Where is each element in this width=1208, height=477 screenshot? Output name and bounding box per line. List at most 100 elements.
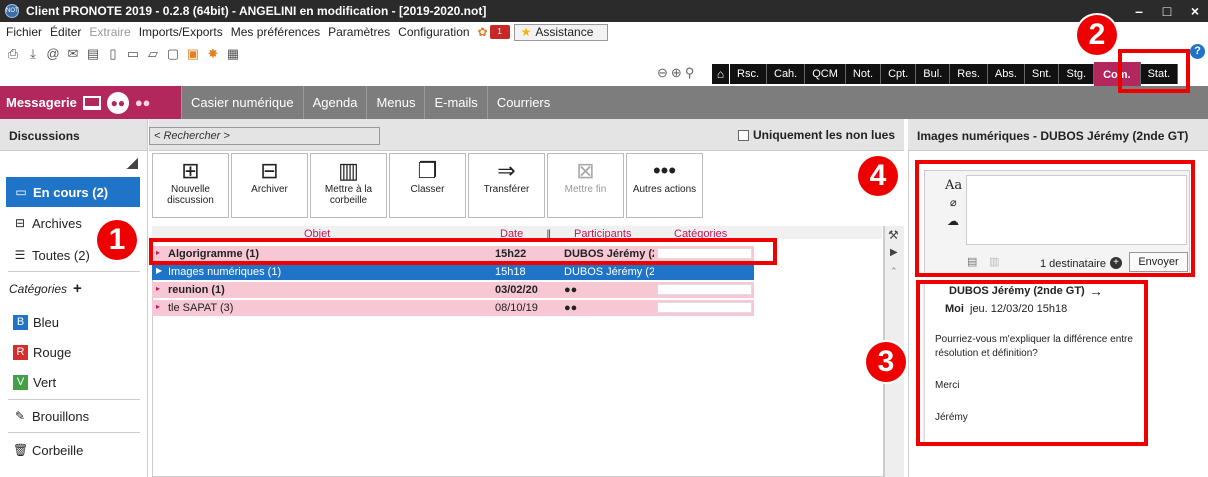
row-subject: reunion (1) (168, 284, 225, 296)
tab-qcm[interactable]: QCM (805, 64, 846, 84)
search-icon[interactable]: ⚲ (685, 65, 695, 81)
tab-rsc[interactable]: Rsc. (730, 64, 767, 84)
more-actions-button[interactable]: ••• Autres actions (626, 153, 703, 218)
forward-icon[interactable]: ⊕ (671, 65, 682, 81)
menu-editer[interactable]: Éditer (50, 25, 81, 39)
end-discussion-button[interactable]: ⊠ Mettre fin (547, 153, 624, 218)
minimize-button[interactable]: – (1126, 2, 1152, 20)
back-icon[interactable]: ⊖ (657, 65, 668, 81)
menu-imports-exports[interactable]: Imports/Exports (139, 25, 223, 39)
sidebar-item-label: Toutes (2) (32, 247, 90, 263)
sidebar-item-en-cours[interactable]: ▭ En cours (2) (6, 177, 140, 207)
row-categories[interactable] (657, 302, 752, 313)
window-title: Client PRONOTE 2019 - 0.2.8 (64bit) - AN… (26, 4, 487, 18)
tab-casier-numerique[interactable]: Casier numérique (181, 86, 303, 119)
menu-fichier[interactable]: Fichier (6, 25, 42, 39)
action-toolbar: ⊞ Nouvelle discussion ⊟ Archiver ▥ Mettr… (152, 153, 703, 218)
action-label: Transférer (483, 184, 530, 195)
forward-button[interactable]: ⇒ Transférer (468, 153, 545, 218)
row-categories[interactable] (657, 284, 752, 295)
home-icon[interactable]: ⌂ (712, 64, 729, 84)
at-icon[interactable]: @ (46, 47, 60, 61)
secondary-nav: Messagerie ●● ●● Casier numérique Agenda… (0, 86, 1208, 119)
play-icon[interactable]: ▶ (890, 247, 898, 258)
monitor-icon[interactable] (82, 95, 101, 110)
unread-only-toggle[interactable]: Uniquement les non lues (738, 128, 895, 142)
menu-configuration[interactable]: Configuration (398, 25, 469, 39)
categories-label: Catégories (9, 281, 68, 296)
category-label: Rouge (33, 344, 72, 360)
toolbar: ⎙ ⤓ @ ✉ ▤ ▯ ▭ ▱ ▢ ▣ ✸ ▦ (6, 44, 240, 64)
divider (8, 399, 140, 400)
menu-mes-preferences[interactable]: Mes préférences (231, 25, 320, 39)
new-discussion-icon: ⊞ (181, 158, 200, 183)
table-row[interactable]: ▶ Images numériques (1) 15h18 DUBOS Jéré… (152, 264, 754, 280)
category-vert[interactable]: V Vert (0, 367, 140, 397)
chat-icon[interactable]: ▱ (146, 47, 160, 61)
tab-res[interactable]: Res. (950, 64, 988, 84)
tab-bul[interactable]: Bul. (916, 64, 951, 84)
expand-icon[interactable]: ▸ (156, 284, 160, 293)
window-icon[interactable]: ▢ (166, 47, 180, 61)
tab-cah[interactable]: Cah. (767, 64, 806, 84)
action-label: Classer (410, 184, 445, 195)
tab-messagerie[interactable]: Messagerie ●● ●● (0, 86, 181, 119)
new-discussion-button[interactable]: ⊞ Nouvelle discussion (152, 153, 229, 218)
sidebar-item-label: Archives (32, 215, 82, 231)
download-icon[interactable]: ⤓ (26, 47, 40, 61)
document-icon[interactable]: ▤ (86, 47, 100, 61)
menu-parametres[interactable]: Paramètres (328, 25, 390, 39)
category-bleu[interactable]: B Bleu (0, 307, 140, 337)
sidebar-item-corbeille[interactable]: 🗑 Corbeille (0, 435, 140, 465)
category-rouge[interactable]: R Rouge (0, 337, 140, 367)
panel-icon[interactable]: ▦ (226, 47, 240, 61)
collapse-icon[interactable] (126, 158, 138, 169)
tab-agenda[interactable]: Agenda (302, 86, 367, 119)
tab-snt[interactable]: Snt. (1024, 64, 1060, 84)
page-icon[interactable]: ▯ (106, 47, 120, 61)
tab-courriers[interactable]: Courriers (486, 86, 559, 119)
maximize-button[interactable]: □ (1154, 2, 1180, 20)
row-categories[interactable] (657, 266, 752, 277)
classify-button[interactable]: ❐ Classer (389, 153, 466, 218)
search-input[interactable]: < Rechercher > (149, 127, 380, 145)
print-icon[interactable]: ⎙ (6, 47, 20, 61)
categories-header: Catégories + (9, 280, 82, 297)
tab-not[interactable]: Not. (845, 64, 882, 84)
notification-badge[interactable]: 1 (489, 25, 510, 39)
chat-bubbles-icon[interactable]: ●● (106, 91, 129, 114)
assistance-label: Assistance (535, 25, 594, 39)
classify-icon: ❐ (417, 158, 438, 183)
expand-icon[interactable]: ▸ (156, 302, 160, 311)
alert-icon[interactable]: ▣ (186, 47, 200, 61)
table-row[interactable]: ▸ reunion (1) 03/02/20 ●● (152, 282, 754, 298)
sidebar-item-label: Corbeille (32, 442, 84, 458)
tab-e-mails[interactable]: E-mails (424, 86, 486, 119)
screen-icon[interactable]: ▭ (126, 47, 140, 61)
sidebar-item-label: En cours (2) (33, 184, 109, 200)
wrench-icon[interactable]: ⚒ (888, 228, 899, 242)
mail-icon[interactable]: ✉ (66, 47, 80, 61)
action-label: Mettre à la corbeille (324, 184, 373, 206)
sidebar-item-brouillons[interactable]: ✎ Brouillons (0, 401, 140, 431)
menu-extraire[interactable]: Extraire (89, 25, 130, 39)
table-row[interactable]: ▸ tle SAPAT (3) 08/10/19 ●● (152, 300, 754, 316)
archive-button[interactable]: ⊟ Archiver (231, 153, 308, 218)
close-button[interactable]: × (1182, 2, 1208, 20)
warning-icon[interactable]: ✸ (206, 47, 220, 61)
tab-cpt[interactable]: Cpt. (881, 64, 917, 84)
move-to-trash-button[interactable]: ▥ Mettre à la corbeille (310, 153, 387, 218)
butterfly-icon[interactable]: ✿ (478, 25, 488, 39)
people-icon[interactable]: ●● (135, 95, 151, 110)
divider (8, 432, 140, 433)
add-category-icon[interactable]: + (73, 280, 82, 297)
assistance-button[interactable]: ★ Assistance (513, 23, 609, 41)
tab-stg[interactable]: Stg. (1059, 64, 1095, 84)
tab-abs[interactable]: Abs. (987, 64, 1025, 84)
expand-icon[interactable]: ▶ (156, 266, 162, 275)
tab-menus[interactable]: Menus (366, 86, 424, 119)
unread-checkbox[interactable] (738, 129, 749, 141)
scroll-up-icon[interactable]: ⌃ (890, 266, 898, 277)
help-icon[interactable]: ? (1190, 44, 1205, 59)
forward-icon: ⇒ (497, 158, 516, 183)
